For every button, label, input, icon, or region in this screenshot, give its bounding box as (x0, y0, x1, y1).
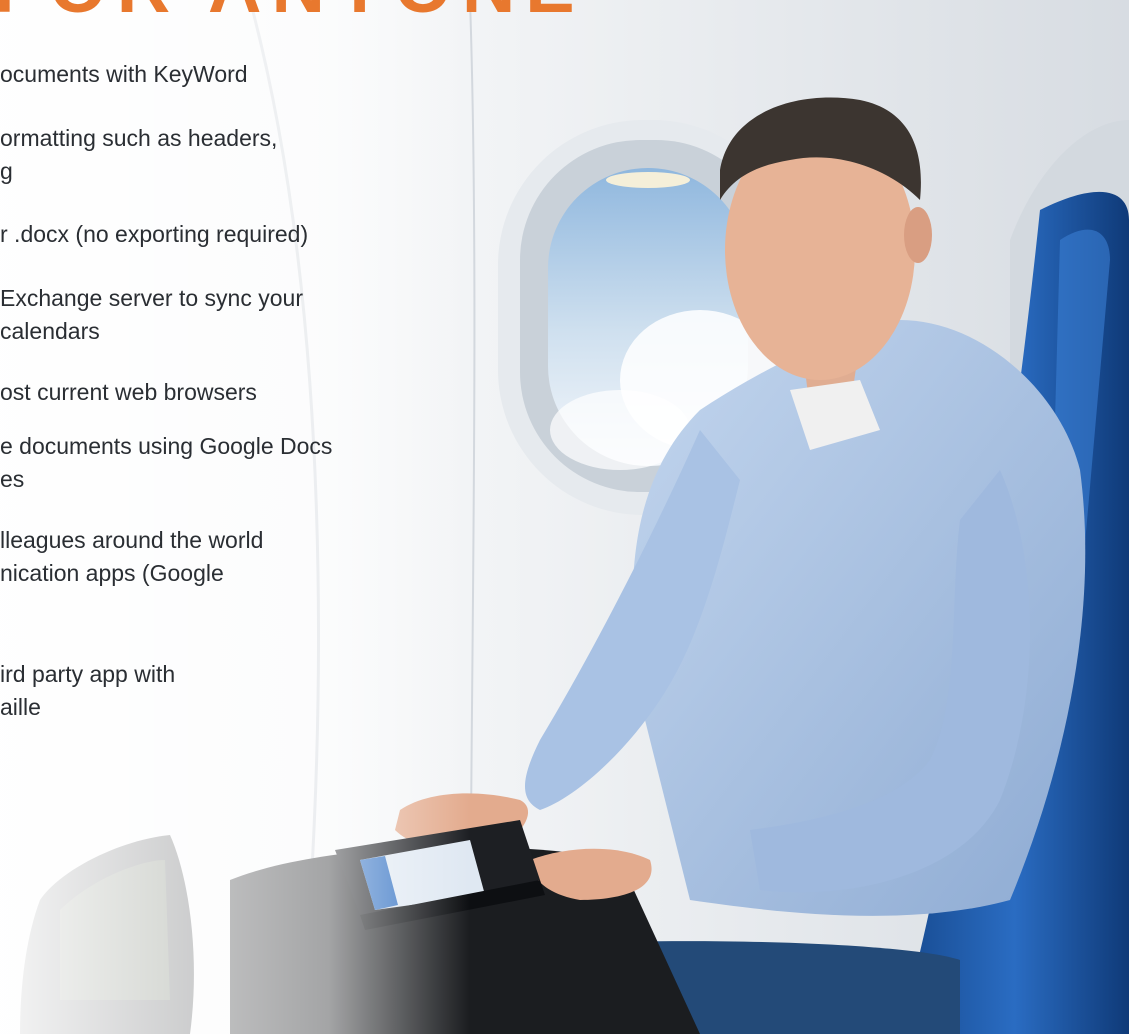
feature-line: es (0, 466, 25, 492)
feature-item: Exchange server to sync your calendars (0, 282, 303, 348)
feature-item: ocuments with KeyWord (0, 58, 248, 91)
feature-line: ormatting such as headers, (0, 125, 278, 151)
feature-line: calendars (0, 318, 100, 344)
feature-item: ost current web browsers (0, 376, 257, 409)
feature-line: lleagues around the world (0, 527, 264, 553)
feature-line: ocuments with KeyWord (0, 61, 248, 87)
feature-line: ird party app with (0, 661, 176, 687)
feature-line: aille (0, 694, 41, 720)
feature-item: ormatting such as headers, g (0, 122, 277, 188)
feature-item: lleagues around the world nication apps … (0, 524, 263, 590)
feature-line: nication apps (Google (0, 560, 224, 586)
feature-line: g (0, 158, 13, 184)
feature-line: ost current web browsers (0, 379, 257, 405)
page-heading: FOR ANYONE (0, 0, 585, 29)
feature-line: Exchange server to sync your (0, 285, 303, 311)
feature-item: e documents using Google Docs es (0, 430, 332, 496)
feature-item: r .docx (no exporting required) (0, 218, 308, 251)
feature-line: e documents using Google Docs (0, 433, 333, 459)
feature-line: r .docx (no exporting required) (0, 221, 309, 247)
feature-item: ird party app with aille (0, 658, 175, 724)
